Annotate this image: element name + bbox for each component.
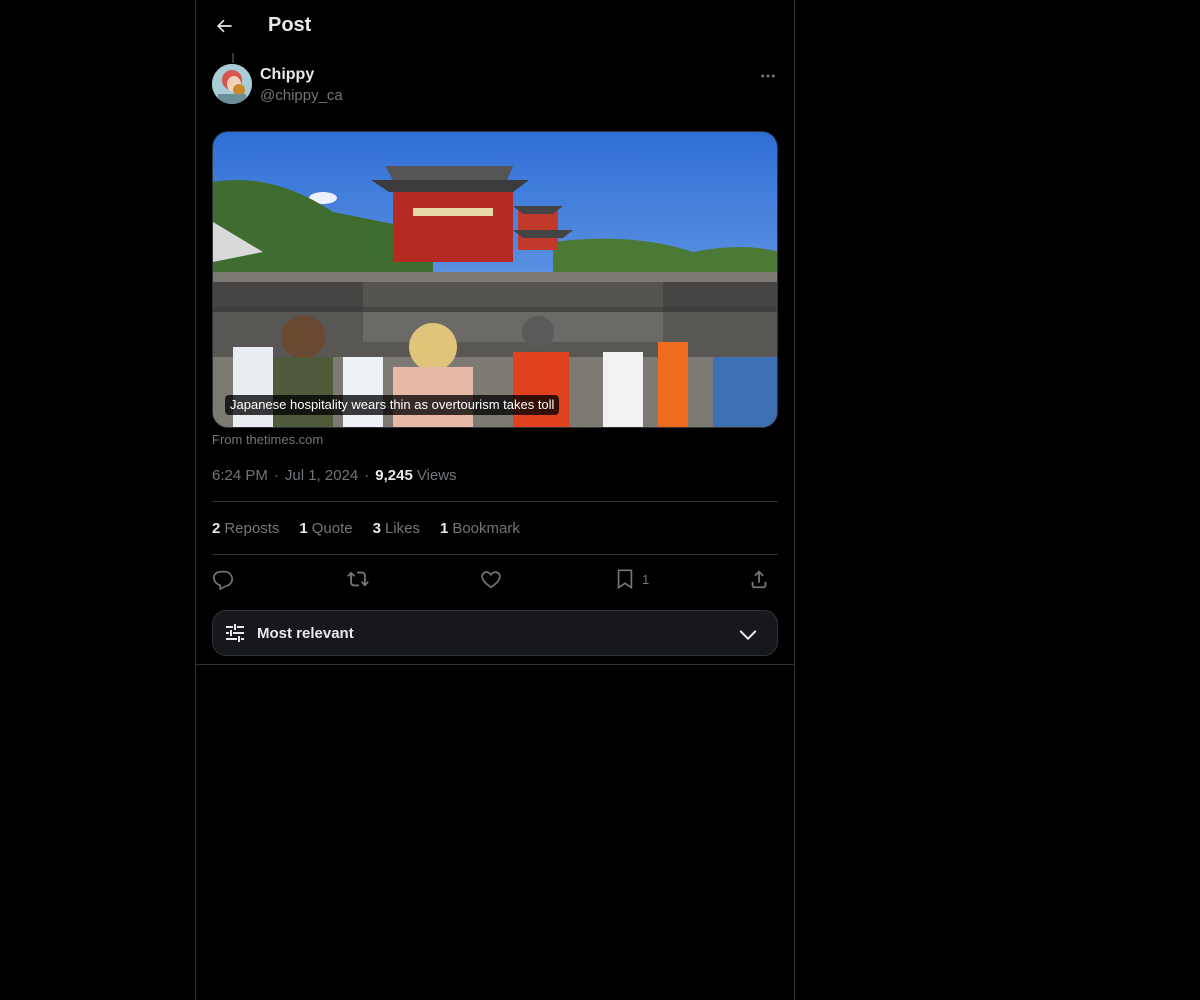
card-source[interactable]: From thetimes.com xyxy=(212,432,323,447)
post-stats: 2 Reposts 1 Quote 3 Likes 1 Bookmark xyxy=(212,519,540,539)
reply-icon xyxy=(213,570,233,590)
reposts-count: 2 xyxy=(212,520,221,537)
bookmark-icon xyxy=(617,569,633,590)
likes-count: 3 xyxy=(372,520,381,537)
card-caption: Japanese hospitality wears thin as overt… xyxy=(225,395,560,415)
quotes-stat[interactable]: 1 Quote xyxy=(299,519,352,539)
bookmarks-stat[interactable]: 1 Bookmark xyxy=(440,519,520,539)
quotes-label: Quote xyxy=(311,520,353,537)
likes-stat[interactable]: 3 Likes xyxy=(373,519,420,539)
reposts-stat[interactable]: 2 Reposts xyxy=(212,519,279,539)
post-time[interactable]: 6:24 PM xyxy=(212,466,268,486)
separator-dot: · xyxy=(273,467,279,484)
reply-button[interactable] xyxy=(212,564,234,594)
arrow-left-icon xyxy=(217,19,232,33)
share-button[interactable] xyxy=(748,564,770,594)
reposts-label: Reposts xyxy=(224,520,280,537)
share-icon xyxy=(751,570,767,589)
more-options-button[interactable] xyxy=(754,64,782,88)
repost-icon xyxy=(347,571,369,587)
temple-photo xyxy=(213,132,777,427)
post-actions: 1 xyxy=(212,564,778,594)
separator-dot: · xyxy=(364,467,370,484)
bookmark-count: 1 xyxy=(642,571,650,587)
post-header: Post xyxy=(196,0,794,53)
quotes-count: 1 xyxy=(299,520,308,537)
post-date[interactable]: Jul 1, 2024 xyxy=(285,466,358,486)
link-card-image[interactable]: Japanese hospitality wears thin as overt… xyxy=(212,131,778,428)
reply-sort-dropdown[interactable]: Most relevant xyxy=(212,610,778,656)
author-text: Chippy @chippy_ca xyxy=(260,64,343,106)
heart-icon xyxy=(481,571,501,589)
bookmarks-count: 1 xyxy=(439,520,449,537)
page-title: Post xyxy=(268,14,312,36)
post-meta: 6:24 PM · Jul 1, 2024 · 9,245 Views xyxy=(212,466,457,486)
divider xyxy=(212,501,778,502)
divider xyxy=(212,554,778,555)
avatar-image xyxy=(212,64,252,104)
likes-label: Likes xyxy=(384,520,420,537)
views-count: 9,245 xyxy=(375,467,413,484)
display-name[interactable]: Chippy xyxy=(260,65,343,85)
thread-connector xyxy=(232,53,234,63)
views-label: Views xyxy=(416,467,457,484)
post-column: Post Chippy @chippy_ca Japanese hospital… xyxy=(195,0,795,1000)
bookmark-button[interactable]: 1 xyxy=(614,564,649,594)
section-divider xyxy=(196,664,794,665)
more-horizontal-icon xyxy=(761,74,775,78)
sort-label: Most relevant xyxy=(257,624,354,642)
back-button[interactable] xyxy=(206,8,242,44)
post-author: Chippy @chippy_ca xyxy=(212,64,343,106)
chevron-down-icon xyxy=(739,630,757,641)
sliders-icon xyxy=(226,624,244,642)
repost-button[interactable] xyxy=(347,564,369,594)
author-handle[interactable]: @chippy_ca xyxy=(260,86,343,106)
bookmarks-label: Bookmark xyxy=(452,520,520,537)
avatar[interactable] xyxy=(212,64,252,104)
like-button[interactable] xyxy=(480,564,502,594)
